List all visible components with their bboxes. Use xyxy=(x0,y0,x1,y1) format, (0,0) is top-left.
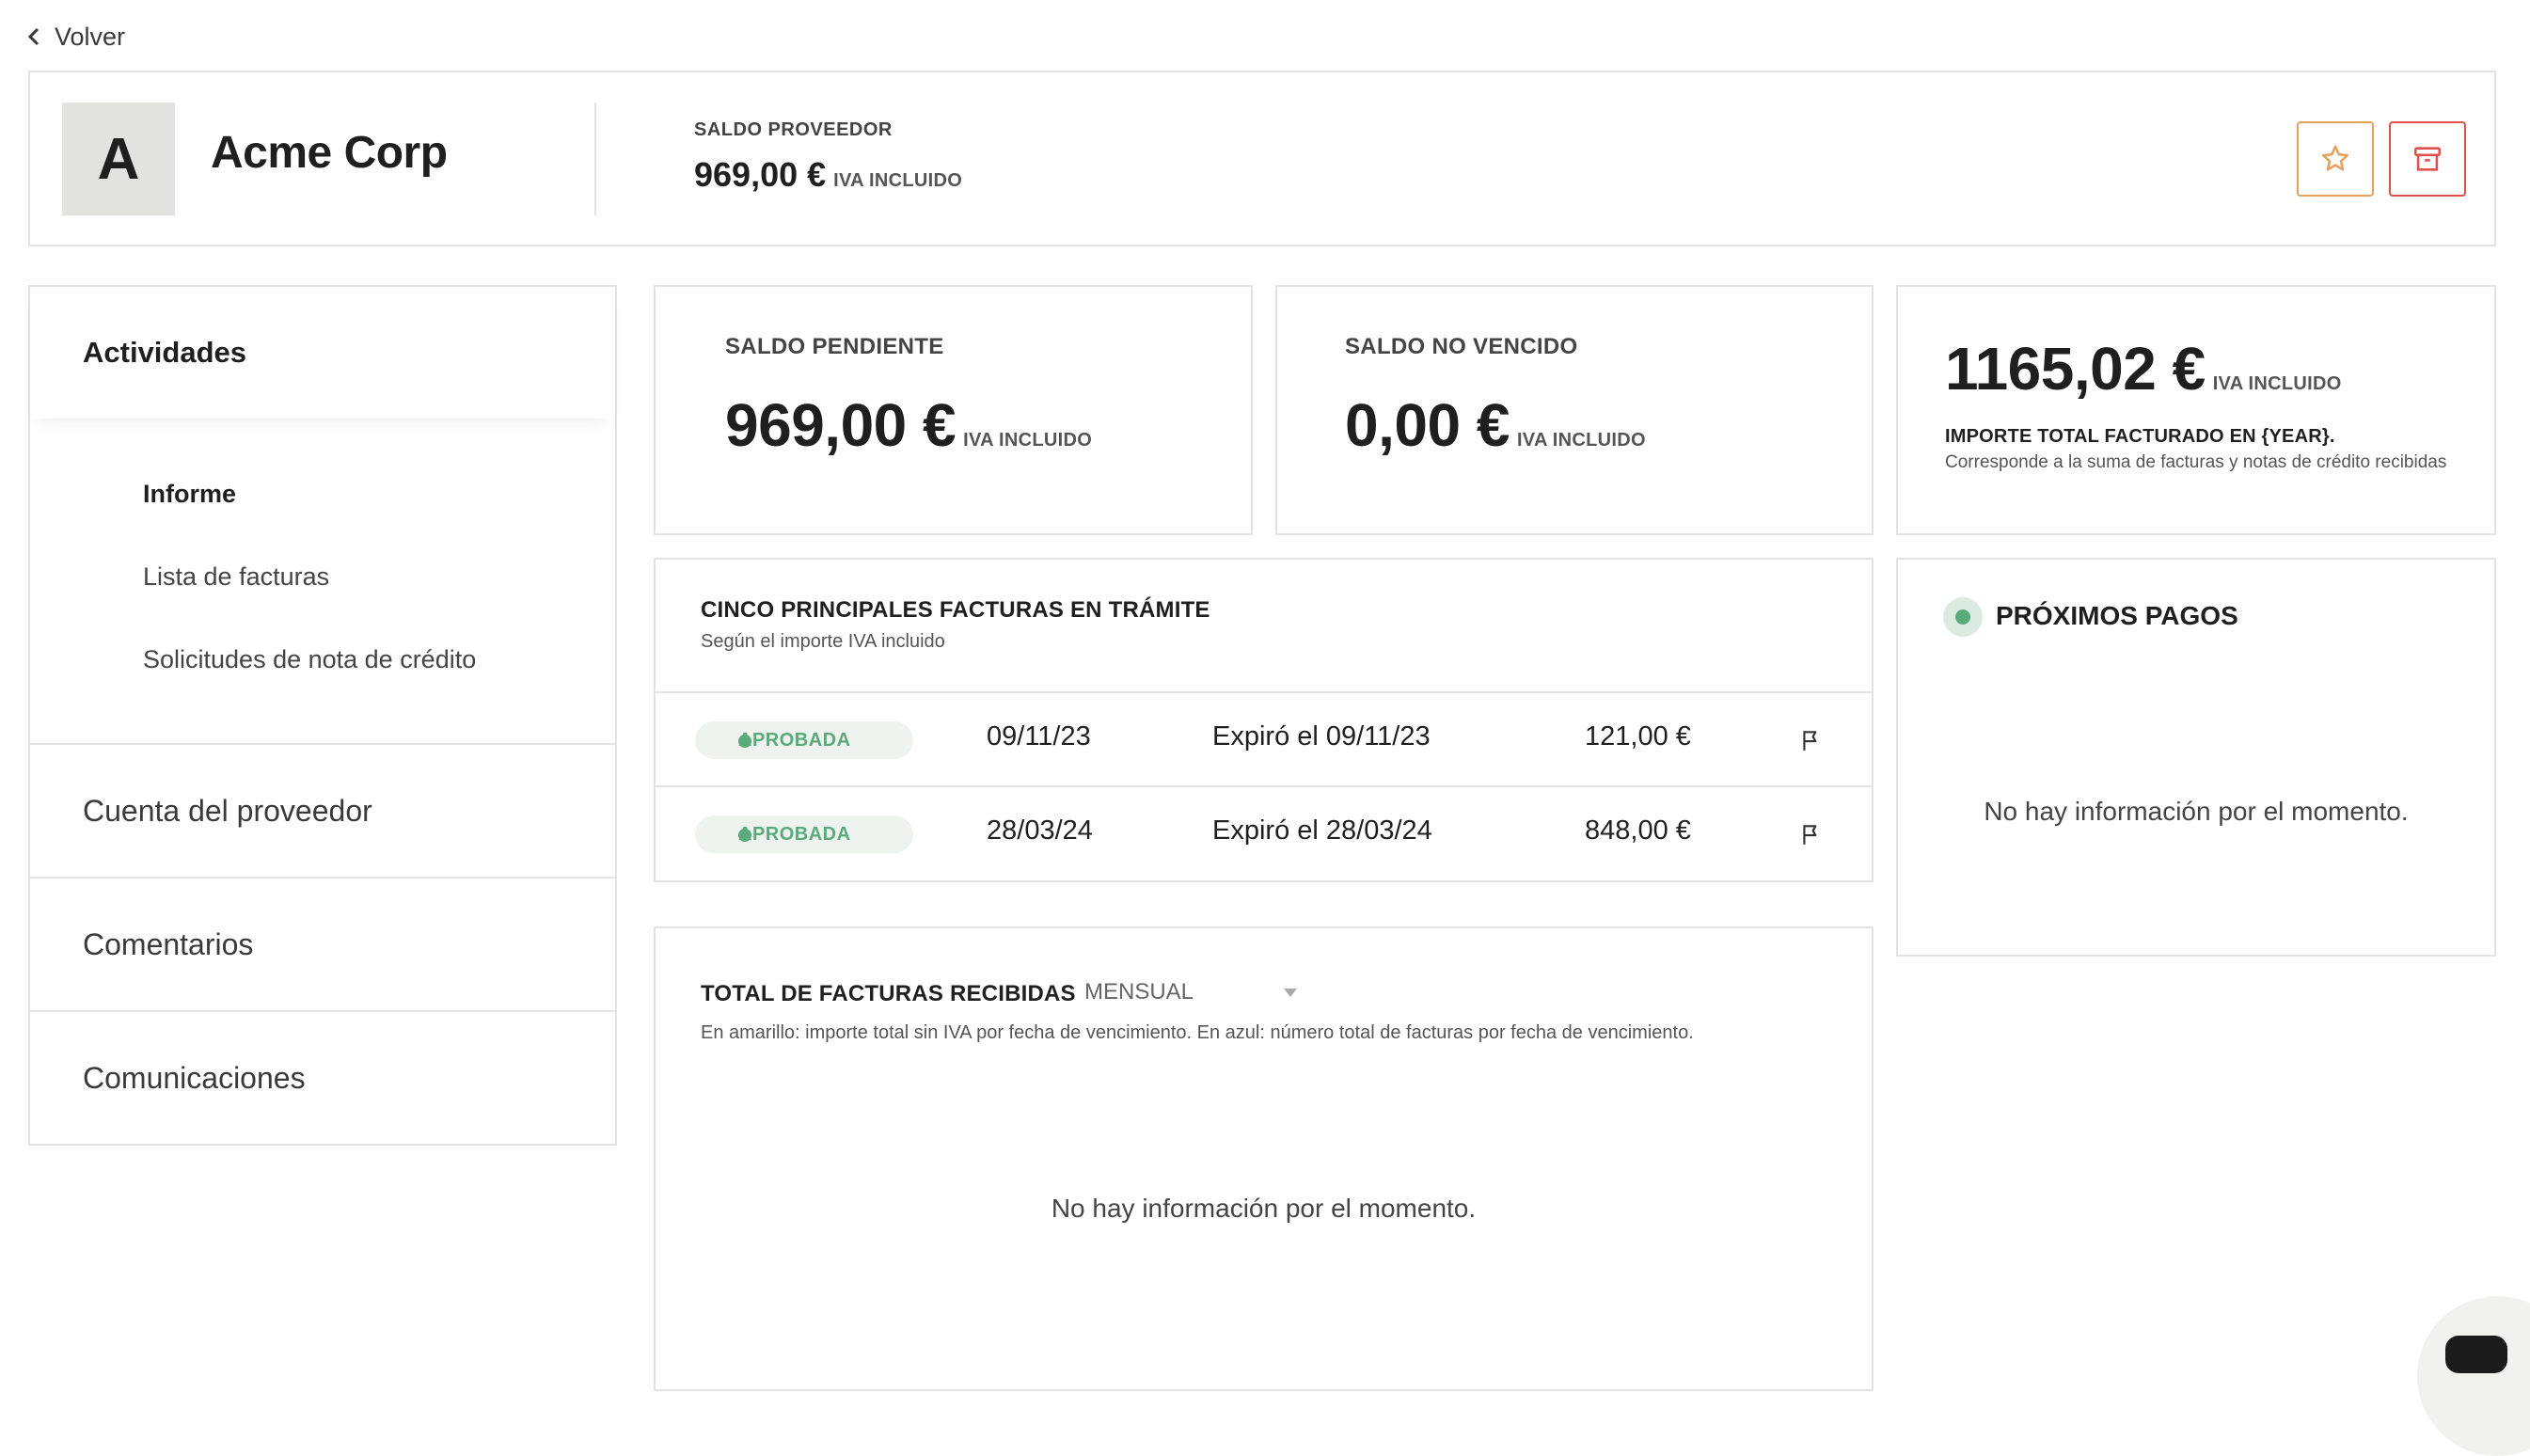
sidebar-item-lista-facturas[interactable]: Lista de facturas xyxy=(143,562,329,592)
received-invoices-empty: No hay información por el momento. xyxy=(1051,1194,1477,1223)
total-invoiced-description: Corresponde a la suma de facturas y nota… xyxy=(1945,452,2447,472)
sidebar: Actividades Informe Lista de facturas So… xyxy=(28,285,617,1146)
not-due-balance-card: SALDO NO VENCIDO 0,00 € IVA INCLUIDO xyxy=(1275,285,1874,535)
table-row[interactable]: APROBADA 28/03/24 Expiró el 28/03/24 848… xyxy=(656,785,1872,879)
status-dot xyxy=(738,829,751,842)
top-invoices-card: CINCO PRINCIPALES FACTURAS EN TRÁMITE Se… xyxy=(654,558,1874,882)
received-invoices-title: TOTAL DE FACTURAS RECIBIDAS xyxy=(701,981,1076,1006)
total-label-suffix: }. xyxy=(2321,426,2335,447)
total-invoiced-suffix: IVA INCLUIDO xyxy=(2212,373,2342,394)
company-name: Acme Corp xyxy=(211,128,448,178)
supplier-balance-value: 969,00 € xyxy=(694,155,827,194)
pending-balance-label: SALDO PENDIENTE xyxy=(725,334,944,359)
supplier-balance-label: SALDO PROVEEDOR xyxy=(694,119,893,140)
table-row[interactable]: APROBADA 09/11/23 Expiró el 09/11/23 121… xyxy=(656,691,1872,785)
sidebar-section-cuenta-proveedor[interactable]: Cuenta del proveedor xyxy=(83,794,372,829)
favorite-button[interactable] xyxy=(2297,121,2374,197)
status-dot xyxy=(738,735,751,748)
avatar: A xyxy=(62,103,175,215)
pending-balance-value: 969,00 € xyxy=(725,391,957,459)
not-due-balance: 0,00 € IVA INCLUIDO xyxy=(1345,390,1646,460)
chevron-down-icon[interactable] xyxy=(1284,989,1297,997)
chat-button[interactable] xyxy=(2417,1296,2530,1456)
total-invoiced-value: 1165,02 € xyxy=(1945,335,2206,403)
total-invoiced: 1165,02 € IVA INCLUIDO xyxy=(1945,334,2342,404)
not-due-balance-label: SALDO NO VENCIDO xyxy=(1345,334,1578,359)
next-payments-card: PRÓXIMOS PAGOS No hay información por el… xyxy=(1896,558,2496,957)
supplier-header: A Acme Corp SALDO PROVEEDOR 969,00 € IVA… xyxy=(28,71,2496,246)
status-dot-icon xyxy=(1943,597,1983,637)
pending-balance-card: SALDO PENDIENTE 969,00 € IVA INCLUIDO xyxy=(654,285,1253,535)
next-payments-title: PRÓXIMOS PAGOS xyxy=(1996,601,2238,630)
status-text: APROBADA xyxy=(738,729,851,751)
sidebar-item-solicitudes-nota-credito[interactable]: Solicitudes de nota de crédito xyxy=(143,645,476,674)
invoice-amount: 121,00 € xyxy=(1585,721,1691,752)
chat-icon xyxy=(2445,1336,2507,1373)
invoice-due: Expiró el 28/03/24 xyxy=(1212,815,1432,846)
sidebar-divider xyxy=(30,877,615,878)
received-invoices-card: TOTAL DE FACTURAS RECIBIDAS MENSUAL En a… xyxy=(654,926,1874,1391)
archive-icon xyxy=(2413,147,2442,171)
header-divider xyxy=(594,103,596,215)
archive-button[interactable] xyxy=(2389,121,2466,197)
supplier-balance-suffix: IVA INCLUIDO xyxy=(833,170,963,191)
period-select[interactable]: MENSUAL xyxy=(1084,979,1194,1005)
flag-icon[interactable] xyxy=(1799,821,1824,847)
not-due-balance-suffix: IVA INCLUIDO xyxy=(1516,430,1646,451)
not-due-balance-value: 0,00 € xyxy=(1345,391,1510,459)
invoice-date: 09/11/23 xyxy=(987,721,1091,752)
supplier-balance: 969,00 € IVA INCLUIDO xyxy=(694,155,962,195)
status-badge: APROBADA xyxy=(695,721,913,759)
invoice-date: 28/03/24 xyxy=(987,815,1093,846)
sidebar-divider xyxy=(30,743,615,745)
invoice-amount: 848,00 € xyxy=(1585,815,1691,846)
top-invoices-title: CINCO PRINCIPALES FACTURAS EN TRÁMITE xyxy=(701,597,1210,623)
total-label-year: YEAR xyxy=(2269,426,2322,447)
sidebar-section-comentarios[interactable]: Comentarios xyxy=(83,927,253,962)
sidebar-section-comunicaciones[interactable]: Comunicaciones xyxy=(83,1061,306,1096)
status-badge: APROBADA xyxy=(695,815,913,853)
total-invoiced-card: 1165,02 € IVA INCLUIDO IMPORTE TOTAL FAC… xyxy=(1896,285,2496,535)
pending-balance-suffix: IVA INCLUIDO xyxy=(963,430,1093,451)
received-invoices-description: En amarillo: importe total sin IVA por f… xyxy=(701,1022,1694,1043)
next-payments-empty: No hay información por el momento. xyxy=(1984,797,2409,826)
sidebar-section-actividades[interactable]: Actividades xyxy=(30,287,615,419)
sidebar-item-informe[interactable]: Informe xyxy=(143,480,236,509)
back-link[interactable]: Volver xyxy=(26,21,125,53)
total-label-prefix: IMPORTE TOTAL FACTURADO EN { xyxy=(1945,426,2269,447)
total-invoiced-label: IMPORTE TOTAL FACTURADO EN {YEAR}. xyxy=(1945,426,2335,448)
status-text: APROBADA xyxy=(738,823,851,845)
top-invoices-subtitle: Según el importe IVA incluido xyxy=(701,631,945,652)
chevron-left-icon xyxy=(27,27,40,46)
flag-icon[interactable] xyxy=(1799,727,1824,753)
star-icon xyxy=(2321,145,2349,171)
invoice-due: Expiró el 09/11/23 xyxy=(1212,721,1431,752)
sidebar-divider xyxy=(30,1010,615,1012)
back-label: Volver xyxy=(55,22,126,51)
pending-balance: 969,00 € IVA INCLUIDO xyxy=(725,390,1092,460)
